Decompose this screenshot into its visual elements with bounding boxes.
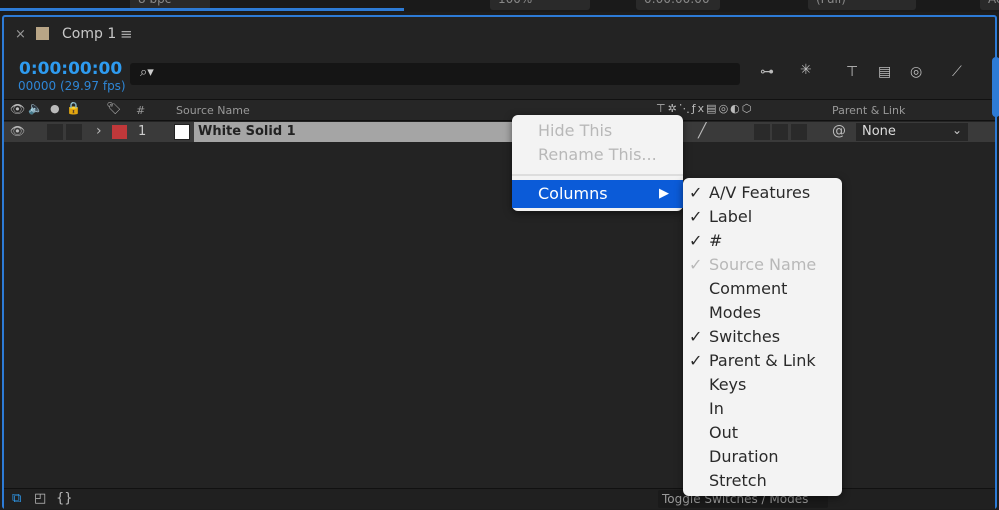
submenu-item: ✓ Source Name — [683, 253, 842, 277]
menu-item-hide-this: Hide This — [538, 121, 613, 140]
submenu-item-label: Keys — [709, 375, 747, 394]
app-toolbar: 8 bpc 100% 0:00:00:00 (Full) Ac — [0, 0, 999, 12]
checkmark-icon: ✓ — [689, 207, 703, 226]
lock-icon[interactable]: 🔒 — [66, 101, 81, 115]
draft-3d-icon[interactable]: ✳ — [800, 62, 812, 78]
context-menu: Hide This Rename This... Columns ▶ — [512, 115, 683, 211]
motion-blur-icon[interactable]: ◎ — [910, 64, 922, 80]
workspace-label[interactable]: Ac — [980, 0, 999, 10]
label-color-swatch[interactable] — [112, 125, 127, 139]
number-column-header[interactable]: # — [136, 104, 145, 117]
viewer-timecode[interactable]: 0:00:00:00 — [636, 0, 720, 10]
column-header: 👁 🔈 ● 🔒 🏷 # Source Name ⊤✲⋱ƒx▤◎◐⬡ Parent… — [4, 99, 995, 121]
chevron-down-icon: ⌄ — [951, 123, 962, 137]
menu-separator — [512, 174, 683, 176]
submenu-item-label: Label — [709, 207, 753, 226]
switch-box[interactable] — [791, 124, 807, 140]
submenu-arrow-icon: ▶ — [659, 186, 669, 201]
panel-tab[interactable]: × Comp 1 ≡ — [4, 17, 995, 53]
parent-link-header[interactable]: Parent & Link — [832, 104, 905, 117]
zoom-select[interactable]: 100% — [490, 0, 590, 10]
quality-switch-icon[interactable]: ╱ — [698, 123, 706, 139]
submenu-item-label: Parent & Link — [709, 351, 816, 370]
submenu-item[interactable]: ✓ Label — [683, 205, 842, 229]
checkmark-icon: ✓ — [689, 231, 703, 250]
tab-title[interactable]: Comp 1 — [62, 26, 116, 42]
layer-row[interactable]: 👁 › 1 White Solid 1 ╱ @ None ⌄ — [4, 122, 995, 142]
submenu-item[interactable]: Modes — [683, 301, 842, 325]
composition-mini-flowchart-icon[interactable]: ⊶ — [760, 64, 774, 80]
switches-icons: ⊤✲⋱ƒx▤◎◐⬡ — [656, 102, 754, 115]
solo-icon[interactable]: ● — [50, 102, 60, 115]
submenu-item-label: A/V Features — [709, 183, 811, 202]
submenu-item[interactable]: Out — [683, 421, 842, 445]
audio-icon[interactable]: 🔈 — [28, 101, 43, 115]
label-tag-icon[interactable]: 🏷 — [106, 101, 121, 115]
search-icon: ⌕▾ — [140, 65, 154, 80]
submenu-item-label: Out — [709, 423, 739, 442]
layer-name: White Solid 1 — [198, 124, 296, 139]
solid-thumbnail — [174, 124, 190, 140]
shy-layers-icon[interactable]: ⊤ — [846, 64, 858, 80]
search-input[interactable]: ⌕▾ — [130, 63, 740, 85]
frame-blending-icon[interactable]: ▤ — [878, 64, 891, 80]
resolution-select[interactable]: (Full) — [808, 0, 916, 10]
switch-box[interactable] — [754, 124, 770, 140]
current-time[interactable]: 0:00:00:00 — [19, 59, 122, 79]
layer-number: 1 — [138, 124, 147, 139]
parent-value: None — [862, 124, 896, 139]
checkmark-icon: ✓ — [689, 183, 703, 202]
comp-color-icon — [36, 27, 49, 40]
layer-switches-toggle-icon[interactable]: ⧉ — [12, 491, 21, 506]
viewer-border — [0, 8, 404, 11]
solo-toggle[interactable] — [47, 124, 63, 140]
checkmark-icon: ✓ — [689, 351, 703, 370]
submenu-item[interactable]: ✓ Parent & Link — [683, 349, 842, 373]
scrollbar-handle[interactable] — [992, 57, 999, 117]
submenu-item-label: Switches — [709, 327, 781, 346]
submenu-item[interactable]: ✓ # — [683, 229, 842, 253]
submenu-item[interactable]: Duration — [683, 445, 842, 469]
submenu-item[interactable]: Keys — [683, 373, 842, 397]
checkmark-icon: ✓ — [689, 327, 703, 346]
submenu-item[interactable]: ✓ A/V Features — [683, 181, 842, 205]
expand-chevron-icon[interactable]: › — [96, 123, 102, 139]
submenu-item-label: In — [709, 399, 724, 418]
checkmark-icon: ✓ — [689, 255, 703, 274]
in-out-toggle-icon[interactable]: {} — [56, 491, 73, 506]
submenu-item-label: Duration — [709, 447, 779, 466]
visibility-eye-icon[interactable]: 👁 — [10, 124, 25, 138]
submenu-item-label: Source Name — [709, 255, 817, 274]
lock-toggle[interactable] — [66, 124, 82, 140]
switch-box[interactable] — [772, 124, 788, 140]
submenu-item-label: Comment — [709, 279, 788, 298]
submenu-item[interactable]: Stretch — [683, 469, 842, 493]
source-name-header[interactable]: Source Name — [176, 104, 250, 117]
submenu-item[interactable]: In — [683, 397, 842, 421]
submenu-item[interactable]: ✓ Switches — [683, 325, 842, 349]
close-tab-icon[interactable]: × — [15, 27, 26, 42]
submenu-item-label: # — [709, 231, 723, 250]
submenu-item-label: Stretch — [709, 471, 767, 490]
pick-whip-icon[interactable]: @ — [832, 123, 846, 139]
menu-item-columns[interactable]: Columns ▶ — [512, 180, 683, 208]
graph-editor-icon[interactable]: ⟋ — [952, 64, 962, 80]
layer-name-cell[interactable]: White Solid 1 — [194, 122, 514, 142]
panel-menu-icon[interactable]: ≡ — [120, 25, 133, 43]
transfer-controls-toggle-icon[interactable]: ◰ — [34, 491, 46, 506]
bottom-bar: ⧉ ◰ {} Toggle Switches / Modes — [4, 488, 995, 509]
video-eye-icon[interactable]: 👁 — [10, 102, 25, 116]
submenu-item-label: Modes — [709, 303, 761, 322]
timeline-panel: × Comp 1 ≡ 0:00:00:00 00000 (29.97 fps) … — [2, 15, 999, 509]
columns-submenu: ✓ A/V Features ✓ Label ✓ # ✓ Source Name Comment… — [683, 178, 842, 496]
parent-select[interactable]: None ⌄ — [856, 123, 968, 141]
frame-count: 00000 (29.97 fps) — [18, 79, 126, 93]
submenu-item[interactable]: Comment — [683, 277, 842, 301]
menu-item-rename-this: Rename This... — [538, 145, 657, 164]
